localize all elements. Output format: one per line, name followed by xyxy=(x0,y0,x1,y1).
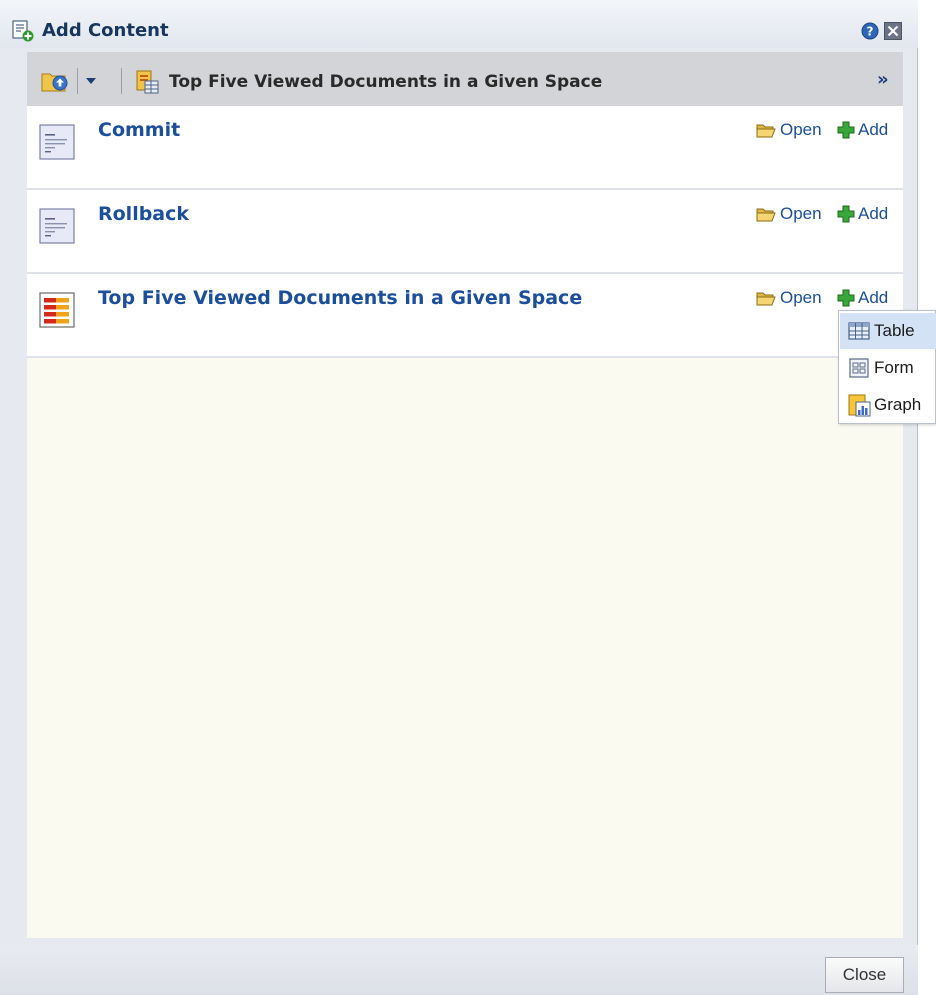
text-document-icon xyxy=(39,208,75,244)
svg-text:?: ? xyxy=(867,25,874,39)
menu-item-graph[interactable]: Graph xyxy=(840,387,936,423)
table-icon xyxy=(848,322,870,340)
form-icon xyxy=(849,358,869,378)
item-title[interactable]: Rollback xyxy=(98,202,189,226)
open-link[interactable]: Open xyxy=(756,120,822,140)
add-plus-icon xyxy=(837,205,855,223)
open-link-label: Open xyxy=(780,204,822,223)
more-button[interactable]: » xyxy=(877,70,889,90)
bar-report-icon xyxy=(39,292,75,328)
menu-item-form[interactable]: Form xyxy=(840,350,936,386)
graph-icon xyxy=(848,394,871,417)
report-document-icon xyxy=(136,70,159,94)
help-icon[interactable]: ? xyxy=(861,22,879,40)
menu-item-table[interactable]: Table xyxy=(840,313,936,349)
add-link-label: Add xyxy=(858,288,889,307)
dialog-footer xyxy=(0,945,918,995)
list-item: Commit Open Add xyxy=(27,106,903,190)
item-title[interactable]: Top Five Viewed Documents in a Given Spa… xyxy=(98,286,582,310)
dialog-titlebar: Add Content ? xyxy=(0,0,918,48)
list-item: Rollback Open Add xyxy=(27,190,903,274)
menu-item-label: Form xyxy=(874,358,914,377)
content-list: Commit Open Add Rollback Open Add Top Fi… xyxy=(27,106,903,938)
add-link[interactable]: Add xyxy=(837,120,888,140)
add-content-dialog: Add Content ? Top Five Viewed Documents … xyxy=(0,0,918,995)
add-menu-popup: Table Form Graph xyxy=(838,310,936,424)
menu-item-label: Table xyxy=(874,321,915,340)
add-link[interactable]: Add xyxy=(837,288,888,308)
navigation-toolbar: Top Five Viewed Documents in a Given Spa… xyxy=(27,52,903,106)
open-link[interactable]: Open xyxy=(756,288,822,308)
folder-up-icon[interactable] xyxy=(41,69,69,93)
current-path: Top Five Viewed Documents in a Given Spa… xyxy=(169,72,603,92)
add-link[interactable]: Add xyxy=(837,204,888,224)
add-link-label: Add xyxy=(858,120,889,139)
toolbar-separator xyxy=(121,68,122,94)
toolbar-separator xyxy=(77,68,78,94)
open-link[interactable]: Open xyxy=(756,204,822,224)
open-link-label: Open xyxy=(780,288,822,307)
chevron-down-icon[interactable] xyxy=(85,76,97,86)
list-item: Top Five Viewed Documents in a Given Spa… xyxy=(27,274,903,358)
open-folder-icon xyxy=(756,124,776,138)
open-folder-icon xyxy=(756,292,776,306)
menu-item-label: Graph xyxy=(874,395,922,414)
text-document-icon xyxy=(39,124,75,160)
dialog-title: Add Content xyxy=(42,20,169,41)
add-link-label: Add xyxy=(858,204,889,223)
open-folder-icon xyxy=(756,208,776,222)
open-link-label: Open xyxy=(780,120,822,139)
add-content-icon xyxy=(12,20,34,42)
add-plus-icon xyxy=(837,289,855,307)
close-icon[interactable] xyxy=(884,22,902,40)
add-plus-icon xyxy=(837,121,855,139)
item-title[interactable]: Commit xyxy=(98,118,180,142)
close-button[interactable]: Close xyxy=(825,957,904,993)
